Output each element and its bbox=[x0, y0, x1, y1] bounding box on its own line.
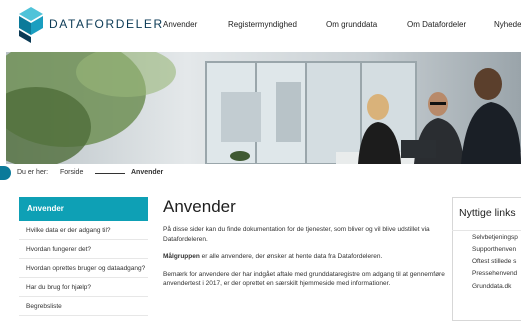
nav-item-registermyndighed[interactable]: Registermyndighed bbox=[228, 20, 297, 29]
nav-item-anvender[interactable]: Anvender bbox=[163, 20, 197, 29]
datafordeler-logo-icon[interactable] bbox=[17, 7, 45, 43]
note-paragraph: Bemærk for anvendere der har indgået aft… bbox=[163, 270, 445, 288]
sidebar-item-hvilke-data[interactable]: Hvilke data er der adgang til? bbox=[19, 221, 148, 240]
breadcrumb: Du er her: Forside Anvender bbox=[0, 164, 521, 182]
main-content: Anvender På disse sider kan du finde dok… bbox=[163, 197, 445, 289]
sidebar-item-begrebsliste[interactable]: Begrebsliste bbox=[19, 297, 148, 316]
useful-links-title: Nyttige links bbox=[459, 207, 516, 219]
nav-item-nyheder[interactable]: Nyhede bbox=[494, 20, 521, 29]
useful-link-selvbetjening[interactable]: Selvbetjeningsp bbox=[472, 234, 518, 241]
breadcrumb-separator bbox=[95, 173, 125, 174]
sidebar-item-hvordan-fungerer[interactable]: Hvordan fungerer det? bbox=[19, 240, 148, 259]
useful-link-faq[interactable]: Oftest stillede s bbox=[472, 258, 516, 265]
sidebar-item-opret-bruger[interactable]: Hvordan oprettes bruger og dataadgang? bbox=[19, 259, 148, 278]
nav-item-om-datafordeler[interactable]: Om Datafordeler bbox=[407, 20, 466, 29]
sidebar-title[interactable]: Anvender bbox=[19, 197, 148, 221]
target-paragraph: Målgruppen er alle anvendere, der ønsker… bbox=[163, 252, 445, 262]
brand-name[interactable]: DATAFORDELER bbox=[49, 17, 164, 31]
site-header: DATAFORDELER Anvender Registermyndighed … bbox=[0, 0, 521, 52]
breadcrumb-prefix: Du er her: bbox=[17, 169, 49, 176]
target-text: er alle anvendere, der ønsker at hente d… bbox=[199, 253, 383, 260]
office-meeting-photo bbox=[6, 52, 521, 164]
breadcrumb-marker-icon bbox=[0, 166, 11, 180]
useful-links-panel: Nyttige links Selvbetjeningsp Supporthen… bbox=[452, 197, 521, 321]
intro-paragraph: På disse sider kan du finde dokumentatio… bbox=[163, 226, 430, 243]
nav-item-om-grunddata[interactable]: Om grunddata bbox=[326, 20, 377, 29]
breadcrumb-current: Anvender bbox=[131, 169, 164, 176]
target-label: Målgruppen bbox=[163, 253, 200, 260]
breadcrumb-home-link[interactable]: Forside bbox=[60, 169, 83, 176]
useful-link-presse[interactable]: Pressehenvend bbox=[472, 270, 517, 277]
sidebar-nav: Anvender Hvilke data er der adgang til? … bbox=[19, 197, 148, 316]
hero-image bbox=[6, 52, 521, 164]
useful-links-divider bbox=[452, 230, 521, 231]
useful-link-grunddata[interactable]: Grunddata.dk bbox=[472, 283, 511, 290]
useful-link-support[interactable]: Supporthenven bbox=[472, 246, 516, 253]
sidebar-item-hjaelp[interactable]: Har du brug for hjælp? bbox=[19, 278, 148, 297]
page-title: Anvender bbox=[163, 197, 236, 216]
